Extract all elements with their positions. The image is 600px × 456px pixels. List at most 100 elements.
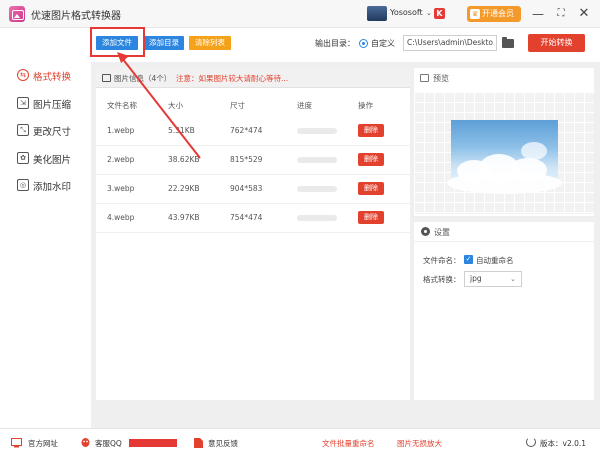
gear-icon xyxy=(421,227,430,236)
preview-image xyxy=(447,120,562,194)
format-label: 格式转换： xyxy=(423,275,461,284)
format-select[interactable]: jpg ⌄ xyxy=(464,271,522,287)
sidebar-item-label: 格式转换 xyxy=(33,72,72,83)
app-title: 优速图片格式转换器 xyxy=(31,11,121,22)
file-name: 1.webp xyxy=(107,126,135,135)
file-size: 22.29KB xyxy=(168,184,200,193)
sidebar-item-label: 更改尺寸 xyxy=(33,127,72,138)
compress-icon: ⇲ xyxy=(17,97,29,109)
sidebar-item-label: 美化图片 xyxy=(33,155,72,166)
column-header-dimensions: 尺寸 xyxy=(230,101,245,110)
sidebar-item-label: 添加水印 xyxy=(33,182,72,193)
sidebar-item-resize[interactable]: ⤡ 更改尺寸 xyxy=(0,121,91,141)
file-dimensions: 815*529 xyxy=(230,155,263,164)
delete-button[interactable]: 删除 xyxy=(358,153,384,166)
website-icon xyxy=(11,438,22,448)
column-header-progress: 进度 xyxy=(297,101,312,110)
file-dimensions: 762*474 xyxy=(230,126,263,135)
batch-rename-link[interactable]: 文件批量重命名 xyxy=(322,438,375,449)
file-dimensions: 904*583 xyxy=(230,184,263,193)
customer-service-qq-link[interactable]: 客服QQ xyxy=(95,438,122,449)
file-count-title: 图片信息（4个） xyxy=(114,74,172,83)
row-divider xyxy=(96,203,410,204)
pdf-icon xyxy=(194,438,203,448)
format-select-value: jpg xyxy=(470,274,482,283)
column-header-name: 文件名称 xyxy=(107,101,137,110)
row-divider xyxy=(96,232,410,233)
custom-output-radio[interactable] xyxy=(359,39,368,48)
output-directory-label: 输出目录： xyxy=(315,39,355,48)
sidebar-item-label: 图片压缩 xyxy=(33,100,72,111)
file-size: 5.31KB xyxy=(168,126,195,135)
file-list-header: 图片信息（4个） 注意：如果图片较大请耐心等待... xyxy=(96,68,410,88)
progress-bar xyxy=(297,186,337,192)
settings-panel: 设置 文件命名： ✓ 自动重命名 格式转换： jpg ⌄ xyxy=(414,222,594,400)
bottom-bar: 官方网址 客服QQ 意见反馈 文件批量重命名 图片无损放大 版本：v2.0.1 xyxy=(0,428,600,456)
maximize-button[interactable]: ⛶ xyxy=(551,4,571,24)
official-website-link[interactable]: 官方网址 xyxy=(28,438,58,449)
file-name: 3.webp xyxy=(107,184,135,193)
column-header-action: 操作 xyxy=(358,101,373,110)
watermark-icon: ◎ xyxy=(17,179,29,191)
sidebar: ⇆ 格式转换 ⇲ 图片压缩 ⤡ 更改尺寸 ✿ 美化图片 ◎ 添加水印 xyxy=(0,28,91,428)
qq-icon xyxy=(81,438,90,447)
user-avatar[interactable] xyxy=(367,6,387,21)
add-file-button[interactable]: 添加文件 xyxy=(96,36,138,50)
image-icon xyxy=(102,74,111,82)
user-name[interactable]: Yososoft xyxy=(390,8,423,17)
delete-button[interactable]: 删除 xyxy=(358,182,384,195)
preview-panel: 预览 xyxy=(414,68,594,216)
vip-button-label: 开通会员 xyxy=(482,9,514,18)
delete-button[interactable]: 删除 xyxy=(358,124,384,137)
rename-label: 文件命名： xyxy=(423,256,461,265)
file-name: 2.webp xyxy=(107,155,135,164)
clear-list-button[interactable]: 清除列表 xyxy=(189,36,231,50)
row-divider xyxy=(96,145,410,146)
file-name: 4.webp xyxy=(107,213,135,222)
vip-button[interactable]: ♛ 开通会员 xyxy=(467,6,521,22)
sidebar-item-compress[interactable]: ⇲ 图片压缩 xyxy=(0,94,91,114)
file-size: 43.97KB xyxy=(168,213,200,222)
auto-rename-label[interactable]: 自动重命名 xyxy=(476,255,514,266)
preview-title: 预览 xyxy=(433,74,449,83)
settings-title: 设置 xyxy=(434,228,450,237)
lossless-enlarge-link[interactable]: 图片无损放大 xyxy=(397,438,442,449)
title-bar: 优速图片格式转换器 Yososoft ⌄ K ♛ 开通会员 — ⛶ ✕ xyxy=(0,0,600,28)
file-dimensions: 754*474 xyxy=(230,213,263,222)
beautify-icon: ✿ xyxy=(17,152,29,164)
chevron-down-icon[interactable]: ⌄ xyxy=(426,9,432,17)
file-list-panel: 图片信息（4个） 注意：如果图片较大请耐心等待... 文件名称 大小 尺寸 进度… xyxy=(96,68,410,400)
convert-icon: ⇆ xyxy=(17,69,29,81)
chevron-down-icon: ⌄ xyxy=(510,275,516,283)
feedback-link[interactable]: 意见反馈 xyxy=(208,438,238,449)
redacted-qq-number xyxy=(129,439,177,447)
delete-button[interactable]: 删除 xyxy=(358,211,384,224)
sidebar-item-beautify[interactable]: ✿ 美化图片 xyxy=(0,149,91,169)
progress-bar xyxy=(297,157,337,163)
minimize-button[interactable]: — xyxy=(528,4,548,24)
output-path-field[interactable]: C:\Users\admin\Deskto xyxy=(403,35,497,51)
user-badge-icon: K xyxy=(434,8,445,19)
preview-icon xyxy=(420,74,429,82)
row-divider xyxy=(96,174,410,175)
progress-bar xyxy=(297,128,337,134)
add-directory-button[interactable]: 添加目录 xyxy=(144,36,184,50)
custom-output-radio-label[interactable]: 自定义 xyxy=(371,38,395,49)
file-size: 38.62KB xyxy=(168,155,200,164)
preview-canvas xyxy=(414,92,594,214)
file-list-notice: 注意：如果图片较大请耐心等待... xyxy=(176,74,289,83)
folder-icon[interactable] xyxy=(502,37,514,48)
app-logo-icon xyxy=(9,6,25,22)
sidebar-item-format-convert[interactable]: ⇆ 格式转换 xyxy=(0,66,91,86)
resize-icon: ⤡ xyxy=(17,124,29,136)
close-button[interactable]: ✕ xyxy=(574,4,594,24)
crown-icon: ♛ xyxy=(470,9,480,19)
progress-bar xyxy=(297,215,337,221)
version-text: 版本：v2.0.1 xyxy=(540,439,587,448)
auto-rename-checkbox[interactable]: ✓ xyxy=(464,255,473,264)
refresh-icon xyxy=(526,437,536,447)
start-convert-button[interactable]: 开始转换 xyxy=(528,34,585,52)
sidebar-item-watermark[interactable]: ◎ 添加水印 xyxy=(0,176,91,196)
settings-header: 设置 xyxy=(414,222,594,242)
column-header-size: 大小 xyxy=(168,101,183,110)
